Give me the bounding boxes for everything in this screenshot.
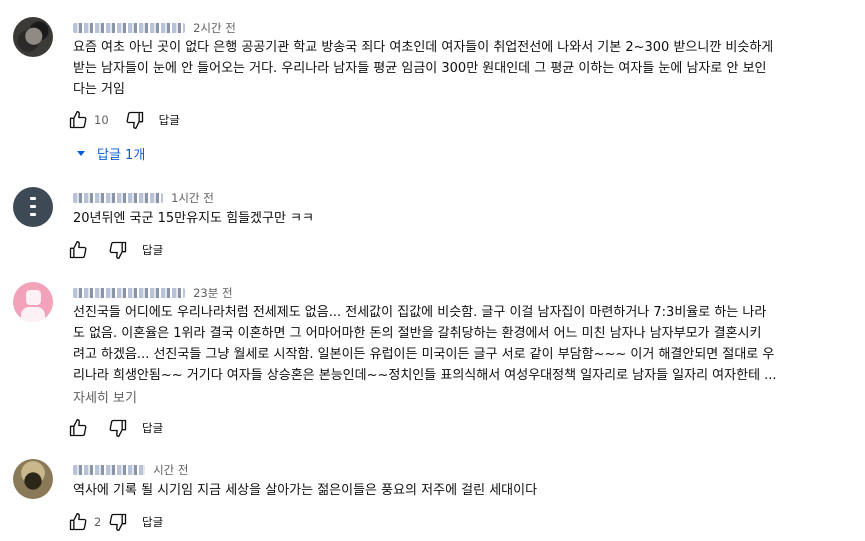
comment-text-line: 요즘 여초 아닌 곳이 없다 은행 공공기관 학교 방송국 죄다 여초인데 여자… — [73, 40, 774, 55]
comment-text-line: 다는 거임 — [73, 82, 125, 97]
comment-meta: 2시간 전 — [73, 17, 236, 35]
thumb-up-icon[interactable] — [66, 238, 90, 262]
comment-time[interactable]: 시간 전 — [153, 462, 188, 478]
comment-time[interactable]: 1시간 전 — [171, 190, 214, 206]
author-name-blurred[interactable] — [73, 22, 185, 33]
comment-text: 선진국들 어디에도 우리나라처럼 전세제도 없음... 전세값이 집값에 비슷함… — [73, 302, 777, 386]
thumb-up-icon[interactable] — [66, 510, 90, 534]
read-more-link[interactable]: 자세히 보기 — [73, 387, 137, 406]
comment-time[interactable]: 2시간 전 — [193, 20, 236, 36]
comment-meta: 23분 전 — [73, 282, 233, 300]
avatar-head — [26, 290, 41, 305]
comment-text-line: 도 없음. 이혼율은 1위라 결국 이혼하면 그 어마어마한 돈의 절반을 갈취… — [73, 326, 762, 341]
avatar-body — [21, 307, 45, 322]
comment-text: 20년뒤엔 국군 15만유지도 힘들겠구만 ㅋㅋ — [73, 208, 314, 229]
reply-button[interactable]: 답글 — [142, 514, 163, 530]
avatar[interactable] — [13, 282, 53, 322]
thumb-down-icon[interactable] — [123, 108, 147, 132]
reply-button[interactable]: 답글 — [142, 420, 163, 436]
avatar[interactable] — [13, 459, 53, 499]
author-name-blurred[interactable] — [73, 287, 185, 298]
view-replies-button[interactable]: 답글 1개 — [73, 143, 145, 163]
thumb-up-icon[interactable] — [66, 108, 90, 132]
comment-actions: 2 답글 — [66, 510, 163, 534]
thumb-down-icon[interactable] — [106, 238, 130, 262]
comment-actions: 답글 — [66, 238, 163, 262]
reply-button[interactable]: 답글 — [142, 242, 163, 258]
comment-text-line: 받는 남자들이 눈에 안 들어오는 거다. 우리나라 남자들 평균 임금이 30… — [73, 61, 767, 76]
avatar[interactable] — [13, 17, 53, 57]
view-replies-label: 답글 1개 — [97, 147, 146, 163]
comment-text-line: 려고 하겠음... 선진국들 그냥 월세로 시작함. 일본이든 유럽이든 미국이… — [73, 347, 775, 362]
reply-button[interactable]: 답글 — [159, 112, 180, 128]
comment-time[interactable]: 23분 전 — [193, 285, 232, 301]
like-count: 10 — [94, 113, 109, 127]
thumb-down-icon[interactable] — [106, 510, 130, 534]
author-name-blurred[interactable] — [73, 192, 163, 203]
comment-meta: 시간 전 — [73, 459, 189, 477]
comment-actions: 10 답글 — [66, 108, 180, 132]
like-count: 2 — [94, 515, 102, 529]
comment-text-line: 리나라 희생안됨~~ 거기다 여자들 상승혼은 본능인데~~정치인들 표의식해서… — [73, 368, 777, 383]
comment-text-line: 20년뒤엔 국군 15만유지도 힘들겠구만 ㅋㅋ — [73, 211, 314, 226]
comment-text: 역사에 기록 될 시기임 지금 세상을 살아가는 젊은이들은 풍요의 저주에 걸… — [73, 480, 537, 501]
comment-text-line: 선진국들 어디에도 우리나라처럼 전세제도 없음... 전세값이 집값에 비슷함… — [73, 305, 767, 320]
thumb-up-icon[interactable] — [66, 416, 90, 440]
avatar-glyph — [28, 197, 38, 217]
avatar[interactable] — [13, 187, 53, 227]
comment-text: 요즘 여초 아닌 곳이 없다 은행 공공기관 학교 방송국 죄다 여초인데 여자… — [73, 37, 773, 100]
comment-actions: 답글 — [66, 416, 163, 440]
author-name-blurred[interactable] — [73, 464, 145, 475]
thumb-down-icon[interactable] — [106, 416, 130, 440]
caret-down-icon — [77, 150, 85, 156]
comment-text-line: 역사에 기록 될 시기임 지금 세상을 살아가는 젊은이들은 풍요의 저주에 걸… — [73, 483, 538, 498]
comment-meta: 1시간 전 — [73, 187, 214, 205]
